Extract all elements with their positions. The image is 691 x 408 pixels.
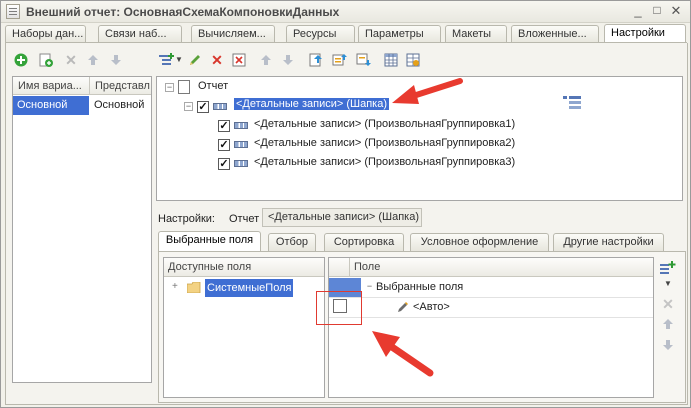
collapse-toggle[interactable]: − — [365, 282, 374, 292]
tree-detail-header-label[interactable]: <Детальные записи> (Шапка) — [234, 98, 390, 110]
row-divider — [329, 317, 653, 318]
tab-sort[interactable]: Сортировка — [324, 233, 404, 251]
auto-field[interactable]: <Авто> — [413, 298, 450, 317]
tree-group-2[interactable]: <Детальные записи> (ПроизвольнаяГруппиро… — [254, 134, 515, 153]
tree-group-1[interactable]: <Детальные записи> (ПроизвольнаяГруппиро… — [254, 115, 515, 134]
check-list-icon[interactable] — [231, 52, 247, 68]
move-down-icon[interactable] — [108, 52, 124, 68]
tab-parameters[interactable]: Параметры — [358, 25, 441, 43]
settings-current-field[interactable]: <Детальные записи> (Шапка) — [262, 208, 422, 227]
group-down-icon[interactable] — [356, 52, 372, 68]
move-up-icon[interactable] — [660, 316, 676, 332]
grouping-icon — [234, 122, 248, 129]
tab-conditional-format[interactable]: Условное оформление — [410, 233, 549, 251]
settings-report-label: Отчет — [229, 213, 260, 225]
available-fields-list[interactable]: Доступные поля + СистемныеПоля — [163, 257, 325, 398]
table-row[interactable]: − Выбранные поля — [329, 278, 653, 297]
tab-links[interactable]: Связи наб... — [98, 25, 182, 43]
edit-icon[interactable] — [187, 52, 203, 68]
settings-label: Настройки: — [158, 213, 215, 225]
minimize-button[interactable]: _ — [630, 3, 646, 19]
folder-icon — [186, 281, 201, 294]
grouping-icon — [234, 160, 248, 167]
tab-calculated[interactable]: Вычисляем... — [191, 25, 275, 43]
tab-templates[interactable]: Макеты — [445, 25, 507, 43]
delete-icon[interactable]: ✕ — [209, 52, 225, 68]
delete-field-icon[interactable]: ✕ — [660, 296, 676, 312]
maximize-button[interactable]: □ — [649, 3, 665, 19]
selected-fields-group[interactable]: Выбранные поля — [376, 278, 463, 297]
window-title: Внешний отчет: ОсновнаяСхемаКомпоновкиДа… — [26, 5, 340, 19]
variants-list[interactable]: Имя вариа... Представл Основной Основной — [12, 76, 152, 383]
add-field-icon[interactable] — [660, 260, 676, 276]
tab-filter[interactable]: Отбор — [268, 233, 316, 251]
column-header-presentation[interactable]: Представл — [90, 77, 151, 95]
move-up-icon[interactable] — [258, 52, 274, 68]
table-settings-icon[interactable] — [383, 52, 399, 68]
chevron-down-icon[interactable]: ▼ — [171, 52, 187, 68]
group1-checkbox[interactable]: ✓ — [218, 120, 230, 132]
tab-settings[interactable]: Настройки — [604, 24, 686, 44]
grouping-icon — [234, 141, 248, 148]
auto-field-checkbox[interactable] — [333, 299, 347, 313]
expand-icon[interactable]: + — [172, 282, 181, 292]
document-icon — [6, 4, 20, 19]
chevron-down-icon[interactable]: ▼ — [660, 276, 676, 292]
tree-root-label[interactable]: Отчет — [198, 77, 228, 96]
copy-variant-icon[interactable] — [38, 52, 54, 68]
grouping-icon — [213, 103, 227, 110]
delete-variant-icon[interactable]: ✕ — [63, 52, 79, 68]
move-up-icon[interactable] — [85, 52, 101, 68]
tree-group-3[interactable]: <Детальные записи> (ПроизвольнаяГруппиро… — [254, 153, 515, 172]
available-fields-header: Доступные поля — [164, 258, 324, 277]
tab-datasets[interactable]: Наборы дан... — [5, 25, 86, 43]
group2-checkbox[interactable]: ✓ — [218, 139, 230, 151]
add-variant-icon[interactable] — [13, 52, 29, 68]
report-icon — [178, 80, 190, 94]
move-down-icon[interactable] — [660, 337, 676, 353]
column-header-name[interactable]: Имя вариа... — [13, 77, 89, 95]
move-down-icon[interactable] — [280, 52, 296, 68]
close-button[interactable]: ✕ — [668, 3, 684, 19]
detail-header-checkbox[interactable]: ✓ — [197, 101, 209, 113]
layout-icon[interactable] — [563, 95, 581, 111]
tab-selected-fields[interactable]: Выбранные поля — [158, 231, 261, 252]
table-options-icon[interactable] — [405, 52, 421, 68]
tab-other-settings[interactable]: Другие настройки — [553, 233, 664, 251]
title-bar: Внешний отчет: ОсновнаяСхемаКомпоновкиДа… — [1, 1, 690, 23]
table-row[interactable]: <Авто> — [329, 298, 653, 317]
main-tabs: Наборы дан... Связи наб... Вычисляем... … — [1, 23, 690, 44]
annotation-arrow — [392, 78, 463, 104]
pencil-icon — [397, 301, 409, 313]
tab-resources[interactable]: Ресурсы — [286, 25, 355, 43]
tab-nested[interactable]: Вложенные... — [511, 25, 599, 43]
group-settings-icon[interactable] — [332, 52, 348, 68]
field-column-header: Поле — [350, 258, 653, 277]
collapse-toggle[interactable]: − — [165, 83, 174, 92]
variant-presentation[interactable]: Основной — [90, 96, 151, 115]
table-row[interactable]: Основной Основной — [13, 96, 151, 115]
available-field-system[interactable]: СистемныеПоля — [205, 279, 294, 297]
group3-checkbox[interactable]: ✓ — [218, 158, 230, 170]
group-up-icon[interactable] — [308, 52, 324, 68]
report-window: Внешний отчет: ОсновнаяСхемаКомпоновкиДа… — [0, 0, 691, 408]
collapse-toggle[interactable]: − — [184, 102, 193, 111]
tree-detail-header[interactable]: <Детальные записи> (Шапка) — [234, 95, 390, 114]
checkbox-column-header — [329, 258, 349, 277]
annotation-arrow — [372, 331, 434, 377]
variant-name[interactable]: Основной — [13, 96, 89, 115]
variants-header: Имя вариа... Представл — [13, 77, 151, 95]
